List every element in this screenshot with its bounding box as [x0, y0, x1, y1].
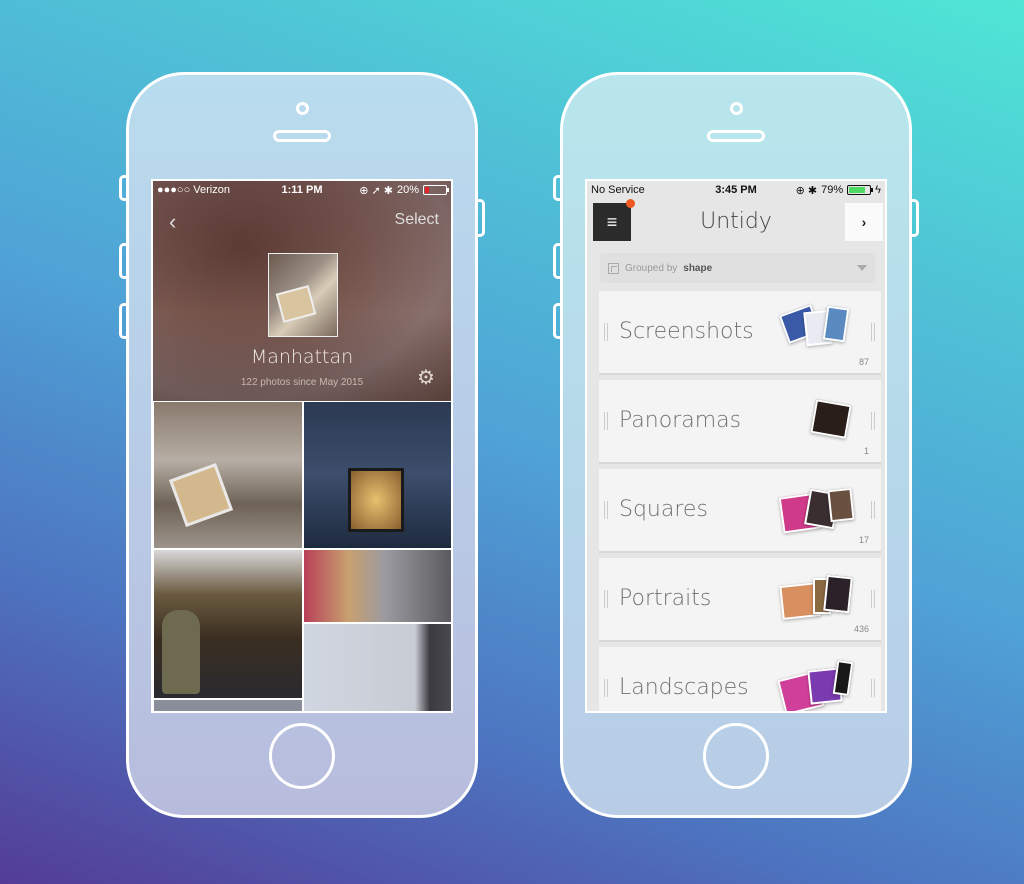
photo-thumbnail[interactable] [303, 401, 451, 549]
category-count: 17 [858, 535, 869, 545]
album-title: Manhattan [250, 346, 354, 368]
right-screen: No Service 3:45 PM ⊕ ✱ 79% ϟ ≡ Untidy › … [585, 179, 887, 713]
thumbnail [823, 574, 853, 614]
photo-thumbnail[interactable] [153, 699, 303, 711]
drag-handle-icon[interactable] [604, 323, 608, 341]
earpiece-speaker [707, 130, 765, 142]
status-bar: No Service 3:45 PM ⊕ ✱ 79% ϟ [587, 181, 885, 199]
category-name: Squares [619, 497, 708, 522]
nav-bar: ≡ Untidy › [587, 199, 885, 245]
drag-handle-icon[interactable] [604, 501, 608, 519]
photo-grid [153, 401, 451, 711]
category-list: Screenshots 87 Panoramas 1 Squares 17 Po… [599, 291, 881, 711]
clock: 3:45 PM [715, 184, 757, 196]
charging-icon: ϟ [875, 184, 881, 196]
category-name: Screenshots [619, 319, 754, 344]
category-row-portraits[interactable]: Portraits 436 [599, 558, 881, 642]
drag-handle-icon[interactable] [871, 679, 875, 697]
front-camera [730, 102, 743, 115]
thumbnail-stack [777, 574, 857, 626]
home-button[interactable] [269, 723, 335, 789]
thumbnail-stack [777, 398, 857, 448]
power-button [475, 199, 485, 237]
category-name: Portraits [619, 586, 712, 611]
status-icons: ⊕ ➚ ✱ [359, 184, 393, 197]
drag-handle-icon[interactable] [871, 590, 875, 608]
category-count: 87 [858, 357, 869, 367]
group-by-label: Grouped by [625, 262, 678, 274]
app-title: Untidy [700, 209, 772, 234]
front-camera [296, 102, 309, 115]
mute-switch [553, 175, 563, 201]
category-row-screenshots[interactable]: Screenshots 87 [599, 291, 881, 375]
earpiece-speaker [273, 130, 331, 142]
notification-dot [626, 199, 635, 208]
category-row-squares[interactable]: Squares 17 [599, 469, 881, 553]
carrier-label: ●●●○○ Verizon [157, 184, 230, 196]
album-subtitle: 122 photos since May 2015 [240, 377, 364, 388]
drag-handle-icon[interactable] [871, 412, 875, 430]
album-cover-thumbnail [268, 253, 338, 337]
volume-up-button [553, 243, 563, 279]
volume-down-button [119, 303, 129, 339]
battery-percent: 20% [396, 184, 419, 196]
thumbnail-stack [777, 660, 857, 711]
left-screen: ●●●○○ Verizon 1:11 PM ⊕ ➚ ✱ 20% ‹ Select… [151, 179, 453, 713]
battery-icon [423, 185, 449, 195]
drag-handle-icon[interactable] [871, 501, 875, 519]
category-row-panoramas[interactable]: Panoramas 1 [599, 380, 881, 464]
chevron-down-icon [857, 265, 867, 271]
thumbnail-stack [777, 487, 857, 537]
thumbnail-stack [777, 304, 857, 359]
gear-icon[interactable]: ⚙ [417, 367, 439, 389]
thumbnail [827, 487, 855, 523]
thumbnail [822, 305, 850, 343]
clock: 1:11 PM [281, 184, 323, 196]
photo-thumbnail[interactable] [153, 549, 303, 699]
thumbnail [810, 399, 852, 439]
photo-thumbnail[interactable] [303, 549, 451, 623]
status-icons: ⊕ ✱ [795, 184, 818, 197]
carrier-label: No Service [591, 184, 645, 196]
drag-handle-icon[interactable] [604, 590, 608, 608]
drag-handle-icon[interactable] [604, 679, 608, 697]
drag-handle-icon[interactable] [871, 323, 875, 341]
back-button[interactable]: ‹ [169, 209, 176, 235]
left-phone-frame: ●●●○○ Verizon 1:11 PM ⊕ ➚ ✱ 20% ‹ Select… [119, 72, 485, 818]
power-button [909, 199, 919, 237]
group-by-dropdown[interactable]: Grouped by shape [600, 253, 875, 283]
layout-icon [608, 262, 619, 274]
category-name: Panoramas [619, 408, 742, 433]
battery-icon [847, 185, 874, 195]
category-count: 436 [853, 624, 869, 634]
volume-up-button [119, 243, 129, 279]
status-bar: ●●●○○ Verizon 1:11 PM ⊕ ➚ ✱ 20% [153, 181, 451, 199]
volume-down-button [553, 303, 563, 339]
mute-switch [119, 175, 129, 201]
forward-button[interactable]: › [845, 203, 883, 241]
home-button[interactable] [703, 723, 769, 789]
group-by-value: shape [683, 262, 713, 274]
battery-percent: 79% [821, 184, 844, 196]
photo-thumbnail[interactable] [303, 623, 451, 711]
chevron-right-icon: › [861, 214, 867, 230]
category-count: 1 [863, 446, 869, 456]
photo-thumbnail[interactable] [153, 401, 303, 549]
thumbnail [832, 660, 854, 696]
drag-handle-icon[interactable] [604, 412, 608, 430]
category-row-landscapes[interactable]: Landscapes [599, 647, 881, 711]
category-name: Landscapes [619, 675, 749, 700]
right-phone-frame: No Service 3:45 PM ⊕ ✱ 79% ϟ ≡ Untidy › … [553, 72, 919, 818]
select-button[interactable]: Select [395, 211, 439, 229]
